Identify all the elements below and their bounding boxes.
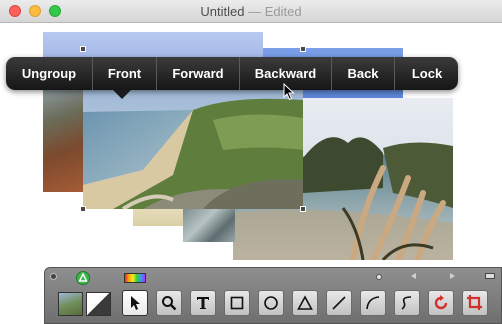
ungroup-button[interactable]: Ungroup [6,57,93,90]
bring-to-front-button[interactable]: Front [93,57,157,90]
fill-stroke-swatch-icon[interactable] [86,292,111,316]
toolbar-window-icon[interactable] [485,273,495,279]
text-tool-icon [197,297,209,309]
selection-handle-top-right[interactable] [300,46,306,52]
toolbar-forward-icon[interactable] [450,273,455,279]
triangle-tool-icon [297,295,313,310]
arc-tool-button[interactable] [360,290,386,316]
rectangle-tool-button[interactable] [224,290,250,316]
context-menu-pointer [113,90,131,99]
curve-tool-button[interactable] [394,290,420,316]
arc-tool-icon [366,296,380,310]
text-tool-button[interactable] [190,290,216,316]
toolbar-close-dot-icon[interactable] [50,273,57,280]
bring-forward-button[interactable]: Forward [157,57,240,90]
rotate-tool-icon [434,295,448,310]
crop-tool-icon [467,295,482,310]
toolbar-back-icon[interactable] [411,273,416,279]
photo-surf[interactable] [183,208,235,242]
zoom-tool-button[interactable] [156,290,182,316]
rotate-tool-button[interactable] [428,290,454,316]
circle-tool-icon [264,296,278,310]
rectangle-tool-icon [230,296,244,310]
photo-coastal-cliff[interactable] [43,88,85,192]
line-tool-icon [332,296,346,310]
document-state: Edited [264,4,302,19]
magnify-icon [162,296,177,311]
mouse-pointer-icon [283,82,295,106]
lock-button[interactable]: Lock [395,57,459,90]
select-tool-button[interactable] [122,290,148,316]
document-name: Untitled [200,4,245,19]
selection-handle-bottom-left[interactable] [80,206,86,212]
photo-coastline-image [83,90,303,209]
line-tool-button[interactable] [326,290,352,316]
photo-coastline-selected[interactable] [83,90,303,209]
selection-handle-bottom-right[interactable] [300,206,306,212]
photo-sand[interactable] [133,208,185,226]
circle-tool-button[interactable] [258,290,284,316]
window-title: Untitled — Edited [0,4,502,19]
toolbar-indicator-dot [376,274,382,280]
crop-tool-button[interactable] [462,290,488,316]
curve-tool-icon [401,296,412,310]
image-thumbnail[interactable] [58,292,83,316]
color-wheel-icon[interactable] [76,271,90,285]
title-separator: — [244,4,265,19]
selection-handle-top-left[interactable] [80,46,86,52]
title-bar[interactable]: Untitled — Edited [0,0,502,23]
arrange-context-menu: Ungroup Front Forward Backward Back Lock [6,57,458,90]
app-window: Untitled — Edited Ungroup Front Forward … [0,0,502,324]
send-to-back-button[interactable]: Back [332,57,395,90]
arrow-select-icon [131,296,140,310]
color-spectrum-icon[interactable] [124,273,146,283]
triangle-tool-button[interactable] [292,290,318,316]
